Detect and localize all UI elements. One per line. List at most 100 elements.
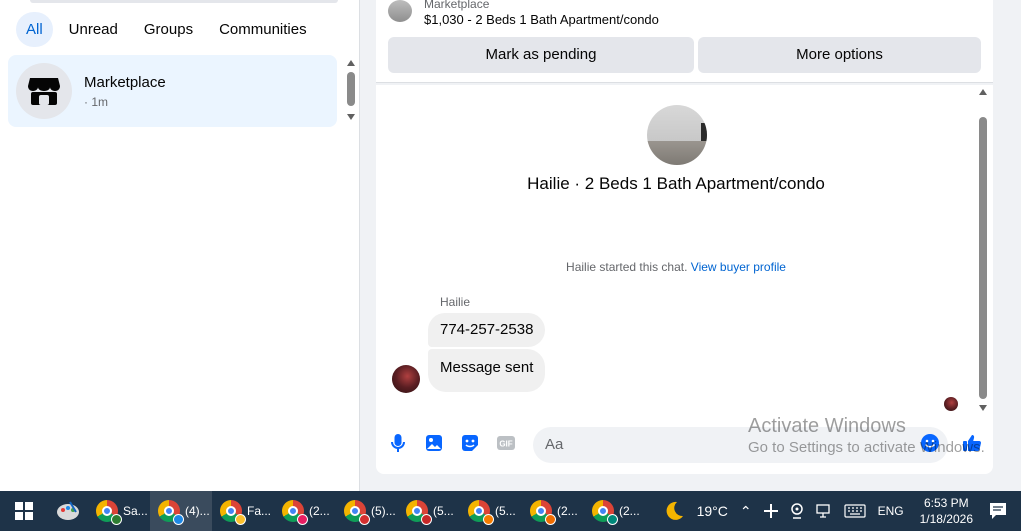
chrome-icon	[406, 500, 432, 525]
profile-badge-icon	[421, 514, 432, 525]
listing-header: Marketplace $1,030 - 2 Beds 1 Bath Apart…	[376, 0, 993, 82]
taskbar-chrome-window[interactable]: (5...	[460, 491, 522, 531]
taskbar-chrome-window[interactable]: Sa...	[88, 491, 150, 531]
taskbar-clock[interactable]: 6:53 PM 1/18/2026	[920, 495, 973, 527]
taskbar-chrome-window[interactable]: Fa...	[212, 491, 274, 531]
taskbar-app-list: Sa... (4)... Fa... (2... (5)... (5... (5... (2.…	[88, 491, 646, 531]
taskbar-window-label: (5...	[433, 504, 454, 518]
chrome-icon	[592, 500, 618, 525]
conversation-marketplace[interactable]: Marketplace · 1m	[8, 55, 337, 127]
taskbar-chrome-window[interactable]: (4)...	[150, 491, 212, 531]
more-options-button[interactable]: More options	[698, 37, 981, 73]
taskbar-window-label: Sa...	[123, 504, 148, 518]
taskbar-window-label: (2...	[309, 504, 330, 518]
network-icon[interactable]	[815, 504, 832, 518]
chrome-icon	[96, 500, 122, 525]
clock-date: 1/18/2026	[919, 512, 973, 526]
filter-chips: All Unread Groups Communities	[16, 12, 317, 47]
paint-palette-icon	[57, 501, 79, 520]
scroll-up-arrow-icon[interactable]	[347, 60, 355, 66]
filter-communities[interactable]: Communities	[209, 12, 317, 47]
taskbar-chrome-window[interactable]: (2...	[274, 491, 336, 531]
thread-scrollbar[interactable]	[976, 87, 990, 413]
chat-list-panel: All Unread Groups Communities Marketplac…	[0, 0, 360, 491]
taskbar-window-label: (4)...	[185, 504, 210, 518]
filter-groups[interactable]: Groups	[134, 12, 203, 47]
chat-title: Hailie · 2 Beds 1 Bath Apartment/condo	[527, 174, 825, 193]
profile-badge-icon	[173, 514, 184, 525]
system-tray: 19°C ⌃ ENG 6:53 PM 1/18/2026	[657, 491, 1021, 531]
start-button[interactable]	[0, 491, 48, 531]
taskbar-window-label: (2...	[557, 504, 578, 518]
chat-panel: Marketplace $1,030 - 2 Beds 1 Bath Apart…	[376, 0, 993, 474]
notification-center-icon[interactable]	[989, 502, 1007, 520]
listing-thumbnail	[388, 0, 412, 22]
header-divider	[376, 82, 993, 83]
chrome-icon	[468, 500, 494, 525]
chrome-icon	[530, 500, 556, 525]
chat-started-notice: Hailie started this chat. View buyer pro…	[376, 260, 976, 274]
chrome-icon	[220, 500, 246, 525]
taskbar-chrome-window[interactable]: (2...	[522, 491, 584, 531]
windows-logo-icon	[15, 502, 33, 520]
taskbar-paint-app[interactable]	[48, 491, 88, 531]
scrollbar-thumb[interactable]	[979, 117, 987, 399]
view-buyer-profile-link[interactable]: View buyer profile	[691, 260, 786, 274]
taskbar-chrome-window[interactable]: (5...	[398, 491, 460, 531]
taskbar-chrome-window[interactable]: (5)...	[336, 491, 398, 531]
listing-photo-avatar	[647, 105, 707, 165]
taskbar-window-label: (2...	[619, 504, 640, 518]
emoji-icon[interactable]	[920, 433, 940, 453]
message-input[interactable]	[533, 427, 948, 463]
message-thread: Hailie · 2 Beds 1 Bath Apartment/condo H…	[376, 85, 993, 474]
profile-badge-icon	[483, 514, 494, 525]
scroll-up-arrow-icon[interactable]	[979, 89, 987, 95]
chrome-icon	[282, 500, 308, 525]
filter-unread[interactable]: Unread	[59, 12, 128, 47]
listing-summary[interactable]: Marketplace $1,030 - 2 Beds 1 Bath Apart…	[388, 0, 659, 29]
chat-list-scrollbar[interactable]	[345, 58, 357, 122]
photo-icon[interactable]	[424, 433, 444, 453]
message-bubble[interactable]: 774-257-2538	[428, 313, 546, 347]
message-bubble[interactable]: Message sent	[428, 349, 546, 392]
listing-category: Marketplace	[424, 0, 490, 11]
sender-avatar[interactable]	[392, 365, 420, 393]
read-receipt-avatar	[944, 397, 958, 411]
listing-title: $1,030 - 2 Beds 1 Bath Apartment/condo	[424, 12, 659, 27]
chat-started-text: Hailie started this chat.	[566, 260, 688, 274]
chevron-up-icon[interactable]: ⌃	[740, 503, 752, 520]
profile-badge-icon	[545, 514, 556, 525]
mark-as-pending-button[interactable]: Mark as pending	[388, 37, 694, 73]
sticker-icon[interactable]	[460, 433, 480, 453]
input-language[interactable]: ENG	[878, 504, 904, 518]
gif-icon[interactable]: GIF	[496, 433, 516, 453]
windows-taskbar: Sa... (4)... Fa... (2... (5)... (5... (5... (2.…	[0, 491, 1021, 531]
keyboard-icon[interactable]	[843, 504, 866, 518]
scrollbar-thumb[interactable]	[347, 72, 355, 106]
chrome-icon	[158, 500, 184, 525]
filter-all[interactable]: All	[16, 12, 53, 47]
taskbar-chrome-window[interactable]: (2...	[584, 491, 646, 531]
marketplace-store-icon	[28, 78, 60, 105]
search-bar-edge[interactable]	[30, 0, 338, 3]
message-composer: GIF	[376, 423, 993, 467]
plus-icon[interactable]	[763, 504, 778, 518]
thumbs-up-icon[interactable]	[962, 433, 982, 453]
profile-badge-icon	[607, 514, 618, 525]
webcam-icon[interactable]	[790, 503, 804, 519]
sender-name: Hailie	[440, 295, 471, 309]
profile-badge-icon	[235, 514, 246, 525]
profile-badge-icon	[297, 514, 308, 525]
moon-weather-icon[interactable]	[663, 500, 685, 522]
clock-time: 6:53 PM	[923, 496, 969, 510]
conversation-time: · 1m	[84, 94, 108, 109]
profile-badge-icon	[359, 514, 370, 525]
profile-badge-icon	[111, 514, 122, 525]
taskbar-window-label: (5)...	[371, 504, 396, 518]
scroll-down-arrow-icon[interactable]	[979, 405, 987, 411]
conversation-name: Marketplace	[84, 73, 166, 91]
weather-temperature[interactable]: 19°C	[697, 503, 728, 519]
taskbar-window-label: Fa...	[247, 504, 272, 518]
microphone-icon[interactable]	[388, 433, 408, 453]
scroll-down-arrow-icon[interactable]	[347, 114, 355, 120]
